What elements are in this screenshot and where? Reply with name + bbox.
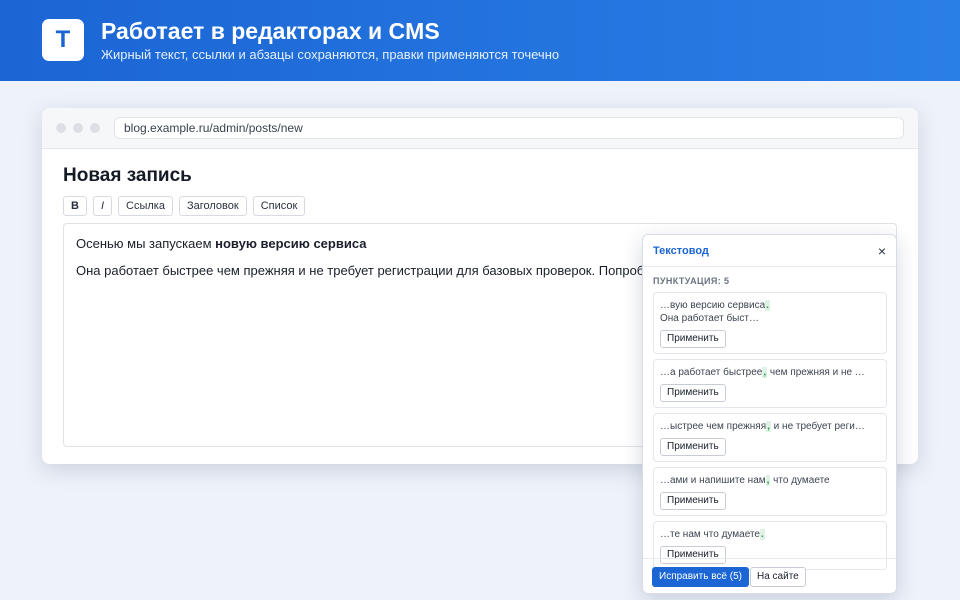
window-zoom-dot[interactable] [90,123,100,133]
app-logo: T [42,19,84,61]
heading-button[interactable]: Заголовок [178,196,247,216]
suggestion-context: …ами и напишите нам, что думаете [660,474,880,487]
link-button[interactable]: Ссылка [118,196,173,216]
suggestion-card: …а работает быстрее, чем прежняя и не … … [653,359,887,408]
suggestion-context: …а работает быстрее, чем прежняя и не … [660,366,880,379]
apply-button[interactable]: Применить [660,438,726,456]
section-label: ПУНКТУАЦИЯ: 5 [653,276,730,286]
context-after: чем прежняя и не … [767,367,865,378]
suggestions-panel: Текстовод × ПУНКТУАЦИЯ: 5 …вую версию се… [642,234,897,594]
suggestion-list: …вую версию сервиса. Она работает быст… … [653,292,887,575]
panel-footer: Исправить всё (5) На сайте [643,558,896,593]
apply-button[interactable]: Применить [660,384,726,402]
page-title: Новая запись [63,165,192,186]
suggestion-context: …ыстрее чем прежняя, и не требует реги… [660,420,880,433]
bold-button[interactable]: B [63,196,87,216]
panel-header: Текстовод × [643,235,896,267]
hero-banner: T Работает в редакторах и CMS Жирный тек… [0,0,960,81]
on-site-button[interactable]: На сайте [750,567,806,587]
context-before: …вую версию сервиса [660,300,766,311]
context-after: и не требует реги… [770,421,865,432]
paragraph-bold-text: новую версию сервиса [215,236,367,251]
list-button[interactable]: Список [252,196,306,216]
format-toolbar: B I Ссылка Заголовок Список [63,196,306,216]
hero-subtitle: Жирный текст, ссылки и абзацы сохраняютс… [101,47,560,62]
apply-button[interactable]: Применить [660,330,726,348]
context-after: что думаете [770,475,830,486]
panel-title: Текстовод [653,245,709,257]
window-minimize-dot[interactable] [73,123,83,133]
context-before: …ами и напишите нам [660,475,766,486]
context-before: …ыстрее чем прежняя [660,421,767,432]
suggestion-context-line2: Она работает быст… [660,313,759,324]
inserted-punctuation: . [759,529,765,540]
close-icon[interactable]: × [878,243,886,259]
fix-all-button[interactable]: Исправить всё (5) [652,567,749,587]
browser-toolbar: blog.example.ru/admin/posts/new [42,108,918,149]
suggestion-context: …вую версию сервиса. [660,299,880,312]
context-before: …те нам что думаете [660,529,760,540]
apply-button[interactable]: Применить [660,492,726,510]
context-before: …а работает быстрее [660,367,763,378]
address-bar[interactable]: blog.example.ru/admin/posts/new [114,117,904,139]
suggestion-card: …ыстрее чем прежняя, и не требует реги… … [653,413,887,462]
window-close-dot[interactable] [56,123,66,133]
suggestion-card: …ами и напишите нам, что думаете Примени… [653,467,887,516]
hero-title: Работает в редакторах и CMS [101,18,440,44]
inserted-punctuation: . [765,300,770,311]
suggestion-card: …вую версию сервиса. Она работает быст… … [653,292,887,354]
italic-button[interactable]: I [92,196,113,216]
paragraph-text: Осенью мы запускаем [76,236,216,251]
suggestion-context: …те нам что думаете. [660,528,880,541]
